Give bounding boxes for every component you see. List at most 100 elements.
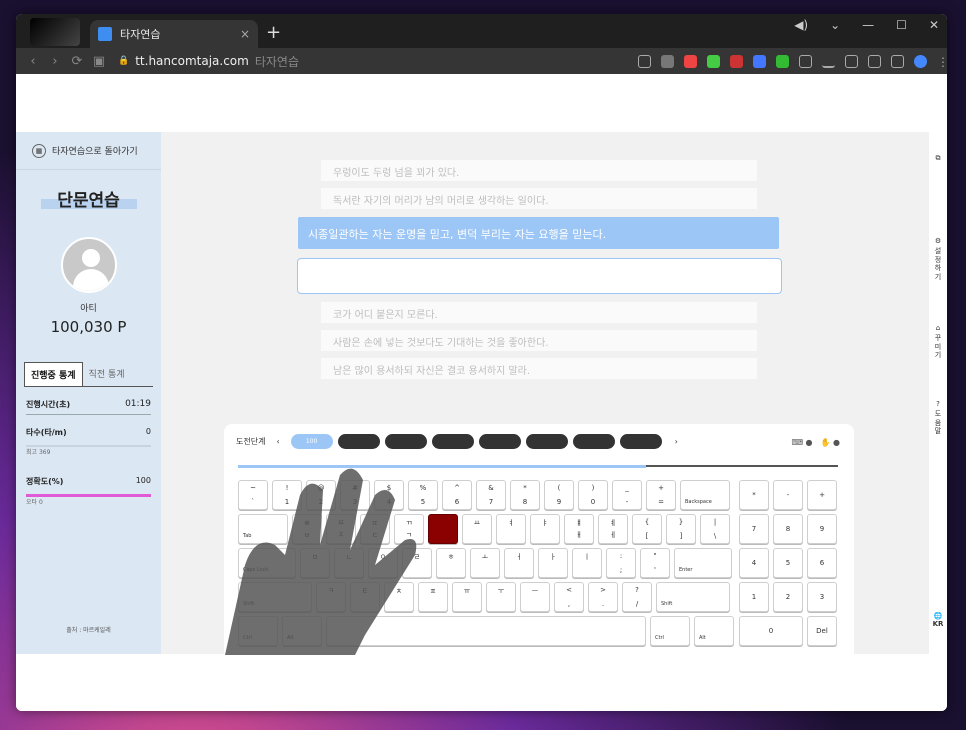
keyboard-toggle-icon[interactable]: ⌨ ● (791, 438, 812, 447)
level-pill[interactable] (384, 434, 427, 449)
keyboard-key[interactable]: ㅎ (436, 548, 466, 578)
level-pill[interactable] (572, 434, 615, 449)
keyboard-key[interactable]: ㅛ (462, 514, 492, 544)
keyboard-key[interactable]: " ' (640, 548, 670, 578)
keyboard-key[interactable]: ㄹ (402, 548, 432, 578)
level-pill[interactable] (431, 434, 474, 449)
keyboard-key[interactable]: % 5 (408, 480, 438, 510)
keyboard-key[interactable]: Backspace (680, 480, 730, 510)
keyboard-key[interactable]: {[ (632, 514, 662, 544)
back-icon[interactable]: ‹ (22, 54, 44, 69)
keyboard-key[interactable]: ㅋ (316, 582, 346, 612)
level-pill[interactable] (619, 434, 662, 449)
keyboard-key[interactable]: ㅉㅈ (326, 514, 356, 544)
level-prev-icon[interactable]: ‹ (276, 437, 279, 446)
keyboard-key[interactable]: | \ (700, 514, 730, 544)
keyboard-key[interactable]: Enter (674, 548, 732, 578)
keyboard-key[interactable]: ㅒㅐ (564, 514, 594, 544)
keyboard-key[interactable]: ㅇ (368, 548, 398, 578)
keyboard-key[interactable]: ㅃㅂ (292, 514, 322, 544)
tab-search-icon[interactable]: ⌄ (830, 18, 840, 32)
extension-cross-icon[interactable] (730, 54, 743, 68)
keyboard-key[interactable]: ㅑ (530, 514, 560, 544)
keyboard-key[interactable]: Alt (282, 616, 322, 646)
keyboard-key[interactable]: ㅁ (300, 548, 330, 578)
extension-puzzle-icon[interactable] (799, 54, 812, 68)
keyboard-key[interactable]: ㅗ (470, 548, 500, 578)
extension-red-icon[interactable] (684, 54, 697, 68)
keyboard-key[interactable]: ㅣ (572, 548, 602, 578)
minimize-icon[interactable]: — (862, 18, 874, 32)
decorate-button[interactable]: ⌂ 꾸미기 (931, 324, 945, 360)
keyboard-key[interactable]: _ - (612, 480, 642, 510)
tab-close-icon[interactable]: × (240, 27, 250, 41)
level-pill[interactable]: 100 (290, 434, 333, 449)
tab-current-stats[interactable]: 진행중 통계 (24, 362, 83, 386)
keyboard-key[interactable]: Shift (656, 582, 730, 612)
keyboard-key[interactable]: (9 (544, 480, 574, 510)
screenshot-icon[interactable] (868, 54, 881, 68)
keyboard-key[interactable] (326, 616, 646, 646)
reload-icon[interactable]: ⟳ (66, 54, 88, 69)
keyboard-key[interactable] (428, 514, 458, 544)
keyboard-key[interactable]: Alt (694, 616, 734, 646)
numpad-key[interactable]: * (739, 480, 769, 510)
new-tab-button[interactable]: + (266, 22, 281, 43)
level-pill[interactable] (337, 434, 380, 449)
keyboard-key[interactable]: Tab (238, 514, 288, 544)
keyboard-key[interactable]: >. (588, 582, 618, 612)
numpad-key[interactable]: Del (807, 616, 837, 646)
hand-toggle-icon[interactable]: ✋ ● (821, 438, 840, 447)
close-window-icon[interactable]: ✕ (929, 18, 939, 32)
numpad-key[interactable]: 3 (807, 582, 837, 612)
keyboard-key[interactable]: #3 (340, 480, 370, 510)
menu-icon[interactable]: ⋮ (937, 55, 947, 69)
keyboard-key[interactable]: ~ ` (238, 480, 268, 510)
typing-input[interactable] (297, 258, 782, 294)
level-next-icon[interactable]: › (675, 437, 678, 446)
keyboard-key[interactable]: ! 1 (272, 480, 302, 510)
keyboard-key[interactable]: $4 (374, 480, 404, 510)
keyboard-key[interactable]: ㅍ (418, 582, 448, 612)
numpad-key[interactable]: 0 (739, 616, 803, 646)
keyboard-key[interactable]: ㄸㄷ (360, 514, 390, 544)
tab-previous-stats[interactable]: 직전 통계 (83, 362, 131, 386)
keyboard-key[interactable]: Ctrl (238, 616, 278, 646)
keyboard-key[interactable]: ㅠ (452, 582, 482, 612)
keyboard-key[interactable]: Ctrl (650, 616, 690, 646)
settings-button[interactable]: ⚙ 설정하기 (931, 237, 945, 281)
numpad-key[interactable]: 1 (739, 582, 769, 612)
keyboard-key[interactable]: ㅕ (496, 514, 526, 544)
numpad-key[interactable]: + (807, 480, 837, 510)
extension-translate-icon[interactable] (753, 54, 766, 68)
keyboard-key[interactable]: }] (666, 514, 696, 544)
tab-active[interactable]: 타자연습 × (90, 20, 258, 48)
keyboard-key[interactable]: ㅖㅔ (598, 514, 628, 544)
numpad-key[interactable]: 7 (739, 514, 769, 544)
keyboard-key[interactable]: ㅌ (350, 582, 380, 612)
keyboard-key[interactable]: * 8 (510, 480, 540, 510)
numpad-key[interactable]: 8 (773, 514, 803, 544)
keyboard-key[interactable]: Caps Lock (238, 548, 296, 578)
keyboard-key[interactable]: ㄲㄱ (394, 514, 424, 544)
download-icon[interactable] (822, 55, 835, 68)
numpad-key[interactable]: 9 (807, 514, 837, 544)
extension-shield-icon[interactable] (707, 54, 720, 68)
keyboard-key[interactable]: ) 0 (578, 480, 608, 510)
level-pill[interactable] (525, 434, 568, 449)
forward-icon[interactable]: › (44, 54, 66, 69)
reader-icon[interactable]: ▣ (88, 54, 110, 69)
keyboard-key[interactable]: ^ 6 (442, 480, 472, 510)
extension-green-icon[interactable] (776, 54, 789, 68)
keyboard-key[interactable]: <, (554, 582, 584, 612)
numpad-key[interactable]: - (773, 480, 803, 510)
back-to-practice-button[interactable]: ▦ 타자연습으로 돌아가기 (16, 132, 161, 170)
keyboard-key[interactable]: ㅜ (486, 582, 516, 612)
keyboard-key[interactable]: :; (606, 548, 636, 578)
numpad-key[interactable]: 4 (739, 548, 769, 578)
keyboard-key[interactable]: ㅊ (384, 582, 414, 612)
keyboard-key[interactable]: Shift (238, 582, 312, 612)
keyboard-key[interactable]: @2 (306, 480, 336, 510)
keyboard-key[interactable]: ㄴ (334, 548, 364, 578)
keyboard-key[interactable]: ㅏ (538, 548, 568, 578)
